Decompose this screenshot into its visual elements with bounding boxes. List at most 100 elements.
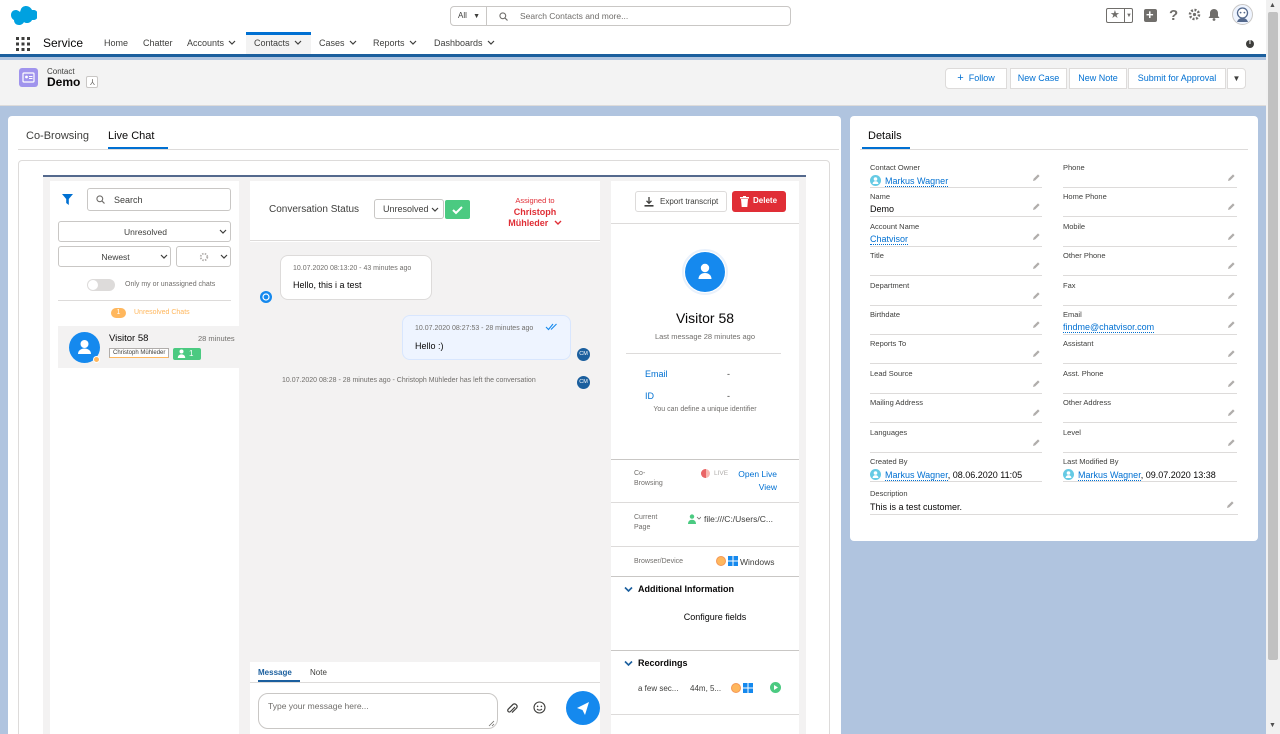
pencil-icon[interactable]: [1032, 291, 1040, 300]
pencil-icon[interactable]: [1227, 409, 1235, 417]
more-actions-button[interactable]: ▼: [1227, 68, 1246, 89]
tab-note[interactable]: Note: [310, 668, 327, 677]
resolve-button[interactable]: [445, 200, 470, 219]
field-value-text[interactable]: Markus Wagner: [1078, 470, 1141, 481]
favorites-button[interactable]: ★ ▼: [1106, 8, 1133, 23]
pencil-icon[interactable]: [1032, 321, 1040, 329]
pencil-icon[interactable]: [1227, 262, 1235, 270]
assigned-agent-dropdown[interactable]: Mühleder: [490, 218, 580, 228]
pencil-icon[interactable]: [1226, 501, 1234, 509]
message-input[interactable]: Type your message here...: [258, 693, 498, 729]
pencil-icon[interactable]: [1032, 203, 1040, 211]
chevron-down-icon[interactable]: [294, 40, 302, 46]
pencil-icon[interactable]: [1227, 174, 1235, 182]
assigned-agent-name[interactable]: Christoph: [490, 207, 580, 217]
follow-button[interactable]: + Follow: [945, 68, 1007, 89]
global-search[interactable]: All ▼ Search Contacts and more...: [450, 6, 791, 26]
recordings-header[interactable]: Recordings: [638, 658, 688, 668]
nav-item-dashboards[interactable]: Dashboards: [434, 32, 495, 54]
info-icon[interactable]: i: [1246, 39, 1254, 48]
chevron-down-icon[interactable]: [409, 40, 417, 46]
email-label[interactable]: Email: [645, 369, 668, 379]
nav-item-accounts[interactable]: Accounts: [187, 32, 236, 54]
app-launcher-icon[interactable]: [16, 37, 30, 51]
nav-item-home[interactable]: Home: [104, 32, 128, 54]
nav-item-chatter[interactable]: Chatter: [143, 32, 173, 54]
pencil-icon[interactable]: [1227, 380, 1235, 388]
device-filter-select[interactable]: [176, 246, 231, 267]
pencil-icon[interactable]: [1227, 350, 1235, 358]
chevron-down-icon[interactable]: [624, 586, 633, 593]
live-label: LIVE: [714, 470, 729, 477]
pencil-icon[interactable]: [1227, 291, 1235, 300]
send-button[interactable]: [566, 691, 600, 725]
id-label[interactable]: ID: [645, 391, 654, 401]
tab-live-chat[interactable]: Live Chat: [108, 130, 154, 142]
chevron-down-icon[interactable]: [624, 660, 633, 667]
tab-message[interactable]: Message: [258, 668, 292, 677]
play-recording-button[interactable]: [770, 682, 781, 693]
tab-details[interactable]: Details: [868, 130, 902, 142]
pencil-icon[interactable]: [1032, 409, 1040, 417]
search-scope-select[interactable]: All ▼: [451, 7, 487, 25]
field-value[interactable]: Markus Wagner: [870, 175, 949, 187]
additional-information-header[interactable]: Additional Information: [638, 584, 734, 594]
chat-search-input[interactable]: Search: [87, 188, 231, 211]
bell-icon[interactable]: [1208, 8, 1220, 21]
attachment-icon[interactable]: [506, 702, 518, 715]
chevron-down-icon[interactable]: [228, 40, 236, 46]
configure-fields-link[interactable]: Configure fields: [611, 612, 819, 622]
conversation-status-select[interactable]: Unresolved: [374, 199, 444, 219]
nav-item-reports[interactable]: Reports: [373, 32, 417, 54]
scrollbar-thumb[interactable]: [1268, 12, 1278, 660]
resize-handle-icon[interactable]: [488, 720, 495, 727]
pencil-icon[interactable]: [1227, 321, 1235, 329]
search-input[interactable]: Search Contacts and more...: [520, 7, 628, 25]
nav-item-cases[interactable]: Cases: [319, 32, 357, 54]
global-actions-icon[interactable]: +: [1144, 7, 1157, 22]
chat-list-item[interactable]: Visitor 58 28 minutes Christoph Mühleder…: [58, 326, 245, 368]
nav-item-contacts[interactable]: Contacts: [246, 32, 311, 54]
submit-for-approval-button[interactable]: Submit for Approval: [1128, 68, 1226, 89]
tab-cobrowsing[interactable]: Co-Browsing: [26, 130, 89, 142]
new-note-button[interactable]: New Note: [1069, 68, 1127, 89]
field-value[interactable]: Chatvisor: [870, 233, 909, 245]
field-value-text[interactable]: Markus Wagner: [885, 470, 948, 481]
pencil-icon[interactable]: [1227, 203, 1235, 211]
open-live-view-link[interactable]: Open Live View: [737, 468, 777, 494]
status-filter-select[interactable]: Unresolved: [58, 221, 231, 242]
change-owner-icon[interactable]: [1032, 174, 1040, 182]
field-value[interactable]: findme@chatvisor.com: [1063, 322, 1155, 333]
message-time: 10.07.2020 08:13:20 - 43 minutes ago: [293, 265, 412, 272]
new-case-button[interactable]: New Case: [1010, 68, 1067, 89]
pencil-icon[interactable]: [1227, 233, 1235, 241]
field-value[interactable]: Markus Wagner, 08.06.2020 11:05: [870, 469, 1022, 481]
emoji-icon[interactable]: [533, 701, 546, 714]
help-icon[interactable]: ?: [1169, 7, 1178, 24]
sort-select[interactable]: Newest: [58, 246, 171, 267]
field-value-text[interactable]: Markus Wagner: [885, 176, 949, 187]
chevron-down-icon[interactable]: [349, 40, 357, 46]
user-avatar[interactable]: [1232, 4, 1253, 25]
field-value-text[interactable]: findme@chatvisor.com: [1063, 322, 1155, 333]
filter-icon[interactable]: [62, 194, 73, 205]
delete-button[interactable]: Delete: [732, 191, 786, 212]
chevron-down-icon[interactable]: [487, 40, 495, 46]
scroll-up-arrow[interactable]: ▲: [1269, 2, 1276, 9]
hierarchy-icon[interactable]: ⅄: [86, 76, 98, 88]
pencil-icon[interactable]: [1032, 380, 1040, 388]
gear-icon[interactable]: [1188, 8, 1201, 21]
pencil-icon[interactable]: [1032, 350, 1040, 358]
field-value[interactable]: Markus Wagner, 09.07.2020 13:38: [1063, 469, 1216, 481]
field-value-text[interactable]: Chatvisor: [870, 233, 909, 245]
salesforce-logo[interactable]: [10, 6, 37, 25]
assigned-only-toggle[interactable]: [87, 279, 115, 291]
pencil-icon[interactable]: [1032, 262, 1040, 270]
gear-icon: [199, 252, 209, 262]
record-highlights-panel: Contact Demo ⅄ + Follow New Case New Note…: [0, 60, 1266, 106]
scroll-down-arrow[interactable]: ▼: [1269, 722, 1276, 729]
export-transcript-button[interactable]: Export transcript: [635, 191, 727, 212]
pencil-icon[interactable]: [1032, 233, 1040, 241]
pencil-icon[interactable]: [1032, 438, 1040, 447]
pencil-icon[interactable]: [1227, 438, 1235, 447]
